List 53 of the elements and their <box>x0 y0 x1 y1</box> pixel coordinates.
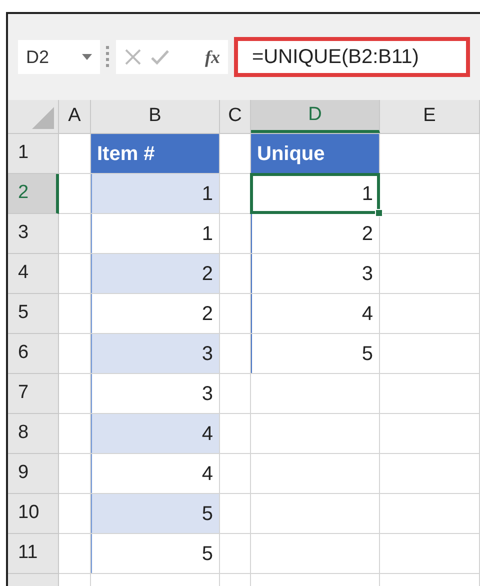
row-header[interactable]: 11 <box>8 534 59 574</box>
table-cell[interactable] <box>251 494 380 534</box>
table-cell[interactable] <box>380 374 480 414</box>
table-cell[interactable]: Item # <box>91 134 219 173</box>
table-cell[interactable] <box>251 454 380 494</box>
table-cell[interactable] <box>380 294 480 334</box>
table-cell[interactable] <box>251 414 380 454</box>
table-cell[interactable] <box>380 334 480 374</box>
column-header[interactable]: B <box>91 100 220 133</box>
column-header[interactable]: A <box>59 100 91 133</box>
table-cell[interactable] <box>251 374 380 414</box>
table-cell[interactable] <box>380 454 480 494</box>
drag-handle-icon[interactable] <box>106 46 110 68</box>
check-icon[interactable] <box>150 48 170 66</box>
insert-function-button[interactable]: fx <box>205 44 220 70</box>
table-cell[interactable] <box>380 214 480 254</box>
row-header[interactable]: 3 <box>8 214 59 254</box>
table-cell[interactable]: 5 <box>91 494 219 533</box>
table-cell[interactable] <box>220 494 251 534</box>
table-cell[interactable] <box>220 414 251 454</box>
table-cell[interactable]: 4 <box>91 414 219 453</box>
row-header[interactable]: 6 <box>8 334 59 374</box>
row-header[interactable]: 10 <box>8 494 59 534</box>
table-cell[interactable] <box>220 454 251 494</box>
formula-field[interactable]: =UNIQUE(B2:B11) <box>234 37 470 77</box>
row-header[interactable]: 2 <box>8 174 59 214</box>
row-header[interactable]: 1 <box>8 134 59 174</box>
table-cell[interactable]: 3 <box>91 334 219 373</box>
table-cell[interactable]: 1 <box>91 174 219 213</box>
fill-handle[interactable] <box>375 209 383 217</box>
table-cell[interactable] <box>380 254 480 294</box>
select-all-icon[interactable] <box>32 107 54 129</box>
cancel-icon[interactable] <box>124 48 142 66</box>
table-cell[interactable] <box>380 414 480 454</box>
table-cell[interactable]: 1 <box>251 174 379 213</box>
table-cell[interactable] <box>220 374 251 414</box>
row-header[interactable]: 5 <box>8 294 59 334</box>
table-cell[interactable] <box>251 534 380 574</box>
table-cell[interactable]: Unique <box>251 134 379 173</box>
table-cell[interactable] <box>380 134 480 174</box>
row-header[interactable]: 9 <box>8 454 59 494</box>
row-header[interactable]: 4 <box>8 254 59 294</box>
column-header[interactable]: D <box>251 100 380 133</box>
row-header[interactable]: 8 <box>8 414 59 454</box>
table-cell[interactable] <box>380 174 480 214</box>
table-cell[interactable] <box>380 494 480 534</box>
caret-icon <box>82 54 92 60</box>
row-header[interactable]: 7 <box>8 374 59 414</box>
table-cell[interactable]: 2 <box>91 254 219 293</box>
table-cell[interactable] <box>380 534 480 574</box>
table-cell[interactable] <box>220 534 251 574</box>
column-header[interactable]: E <box>380 100 480 133</box>
name-box[interactable]: D2 <box>18 40 100 74</box>
